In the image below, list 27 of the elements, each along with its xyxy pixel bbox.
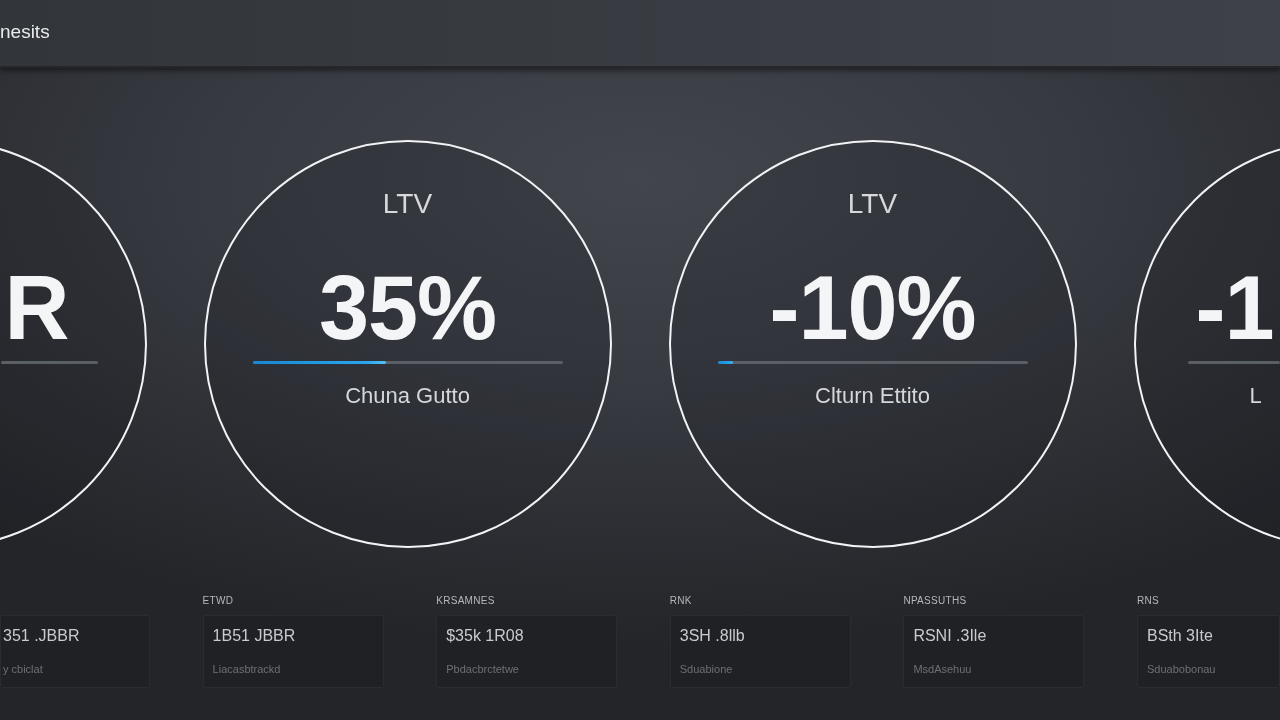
- gauge-caption: L: [1249, 383, 1262, 409]
- card-label: RNS: [1136, 595, 1159, 607]
- gauge-caption: Clturn Ettito: [815, 383, 930, 409]
- card-value: 1B51 JBBR: [212, 627, 296, 645]
- card-subtitle: y cbiclat: [3, 662, 43, 676]
- gauge-value: R: [4, 263, 69, 353]
- card-label: NPASSUTHS: [903, 595, 967, 607]
- gauge-value: -10%: [769, 263, 976, 353]
- card-subtitle: Liacasbtrackd: [212, 662, 281, 676]
- gauge-label: LTV: [382, 188, 433, 220]
- card-value: $35k 1R08: [446, 627, 524, 645]
- card-value: 351 .JBBR: [3, 627, 80, 645]
- card-subtitle: Pbdacbrctetwe: [446, 662, 519, 676]
- header-title: nesits: [0, 21, 50, 43]
- card-subtitle: MsdAsehuu: [913, 662, 972, 676]
- card-label: KRSAMNES: [436, 595, 495, 607]
- card-label: ETWD: [202, 595, 234, 607]
- gauge-value: -1: [1195, 263, 1274, 353]
- gauge-value: 35%: [318, 263, 497, 353]
- card-subtitle: Sduabione: [679, 662, 733, 676]
- card-subtitle: Sduabobonau: [1146, 662, 1216, 676]
- card-value: BSth 3Ite: [1146, 627, 1213, 645]
- gauge-label: LTV: [847, 188, 898, 220]
- card-label: RNK: [669, 595, 692, 607]
- card-value: RSNI .3Ile: [913, 627, 987, 645]
- card-value: 3SH .8llb: [679, 627, 745, 645]
- gauge-caption: Chuna Gutto: [345, 383, 470, 409]
